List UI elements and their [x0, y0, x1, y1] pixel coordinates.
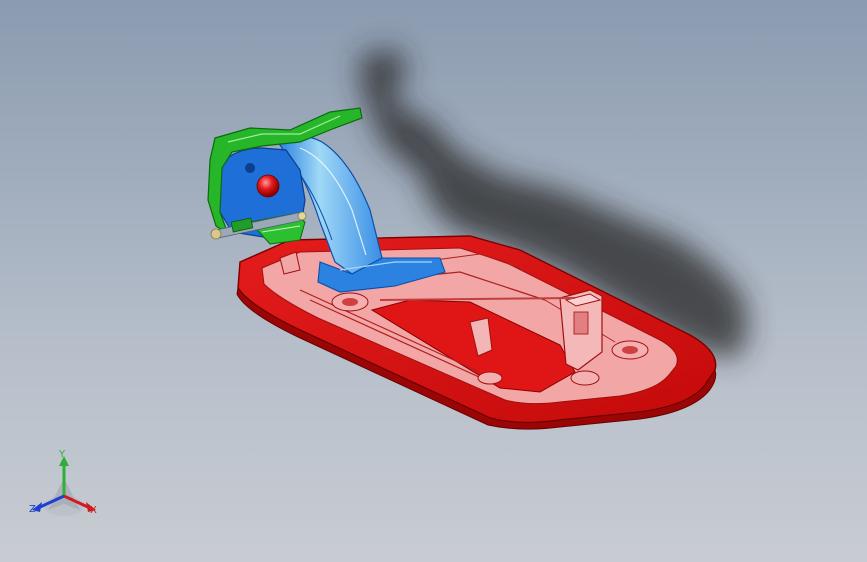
z-axis-label: Z	[29, 504, 36, 515]
x-axis-label: X	[90, 505, 97, 516]
release-knob[interactable]	[256, 174, 280, 198]
graphics-viewport[interactable]: Y X Z	[0, 0, 867, 562]
cad-model[interactable]	[0, 0, 867, 562]
y-axis-label: Y	[59, 449, 66, 460]
